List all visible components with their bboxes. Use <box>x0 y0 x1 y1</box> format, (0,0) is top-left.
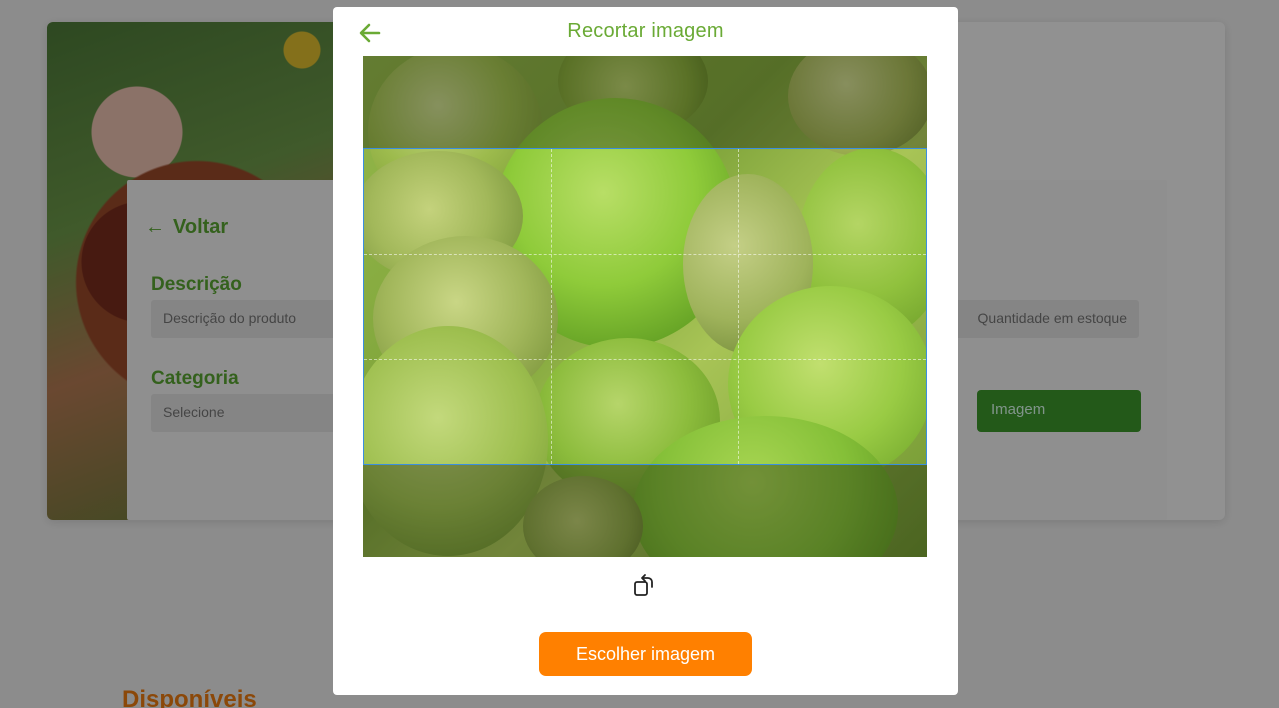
rotate-icon[interactable] <box>633 572 657 598</box>
crop-guide-line <box>738 149 739 464</box>
crop-mask-bottom <box>363 465 927 557</box>
modal-title: Recortar imagem <box>567 20 724 42</box>
choose-image-button[interactable]: Escolher imagem <box>539 632 752 676</box>
crop-area[interactable] <box>363 56 927 557</box>
crop-guide-line <box>364 254 926 255</box>
crop-guide-line <box>364 359 926 360</box>
crop-guide-line <box>551 149 552 464</box>
crop-mask-top <box>363 56 927 148</box>
crop-selection-box[interactable] <box>363 148 927 465</box>
crop-image-modal: Recortar imagem Escolher imagem <box>333 7 958 695</box>
